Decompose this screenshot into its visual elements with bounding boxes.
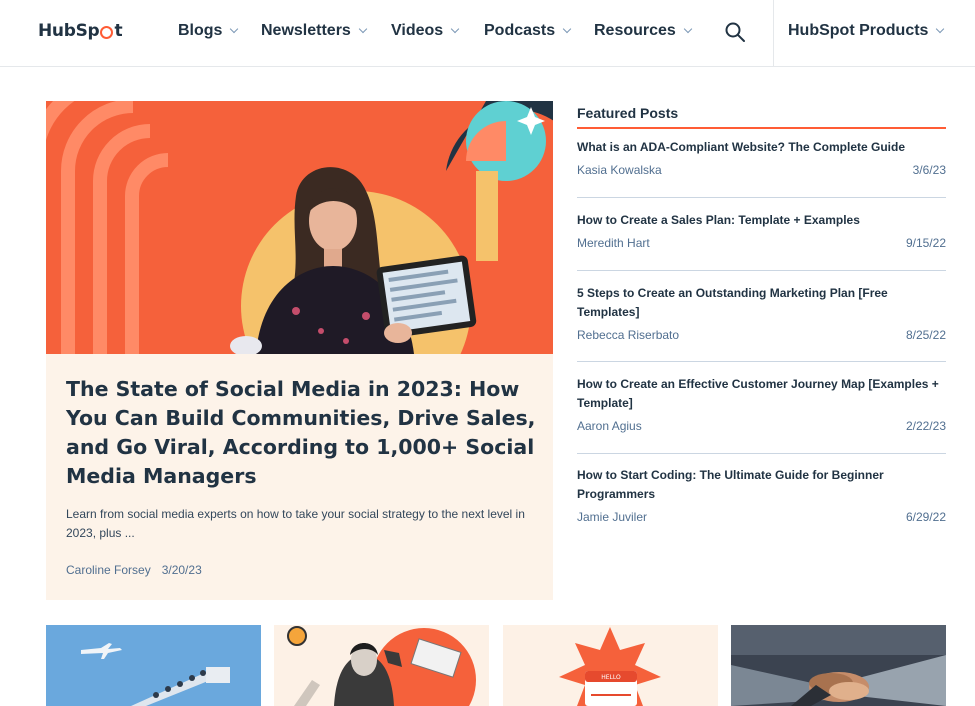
sprocket-icon: [100, 25, 114, 39]
nav-label: Videos: [391, 22, 444, 39]
chevron-down-icon: [358, 24, 368, 34]
post-date: 6/29/22: [905, 510, 946, 524]
post-date: 3/6/23: [912, 163, 946, 177]
search-icon[interactable]: [724, 21, 746, 43]
hello-badge-text: HELLO: [601, 674, 621, 681]
post-meta: Kasia Kowalska 3/6/23: [577, 163, 946, 177]
post-author[interactable]: Meredith Hart: [577, 236, 650, 250]
nav-podcasts[interactable]: Podcasts: [484, 22, 572, 40]
nav-hubspot-products[interactable]: HubSpot Products: [788, 22, 945, 40]
post-title[interactable]: How to Create an Effective Customer Jour…: [577, 375, 946, 413]
article-thumbnail[interactable]: [731, 625, 946, 706]
post-date: 8/25/22: [905, 328, 946, 342]
featured-post[interactable]: 5 Steps to Create an Outstanding Marketi…: [577, 284, 946, 342]
hero-article-card[interactable]: The State of Social Media in 2023: How Y…: [46, 101, 553, 600]
post-date: 2/22/23: [905, 419, 946, 433]
chevron-down-icon: [936, 24, 945, 34]
nav-videos[interactable]: Videos: [391, 22, 460, 40]
nav-label: Podcasts: [484, 22, 556, 39]
plane-stairs-image: [46, 625, 261, 706]
post-author[interactable]: Jamie Juviler: [577, 510, 647, 524]
featured-post[interactable]: How to Start Coding: The Ultimate Guide …: [577, 466, 946, 524]
post-divider: [577, 197, 946, 198]
post-author[interactable]: Kasia Kowalska: [577, 163, 662, 177]
featured-divider: [577, 127, 946, 129]
nav-resources[interactable]: Resources: [594, 22, 693, 40]
post-title[interactable]: What is an ADA-Compliant Website? The Co…: [577, 138, 946, 157]
hero-title[interactable]: The State of Social Media in 2023: How Y…: [66, 375, 536, 491]
post-divider: [577, 270, 946, 271]
post-author[interactable]: Rebecca Riserbato: [577, 328, 679, 342]
chevron-down-icon: [683, 24, 693, 34]
chevron-down-icon: [230, 24, 239, 34]
post-title[interactable]: 5 Steps to Create an Outstanding Marketi…: [577, 284, 946, 322]
hello-badge-image: HELLO: [503, 625, 718, 706]
post-author[interactable]: Aaron Agius: [577, 419, 642, 433]
post-title[interactable]: How to Create a Sales Plan: Template + E…: [577, 211, 946, 230]
nav-label: Newsletters: [261, 22, 351, 39]
woman-hands-image: [274, 625, 489, 706]
header-divider: [773, 0, 774, 67]
nav-label: Blogs: [178, 22, 223, 39]
article-thumbnail[interactable]: [274, 625, 489, 706]
chevron-down-icon: [450, 24, 460, 34]
nav-label: Resources: [594, 22, 676, 39]
hero-meta: Caroline Forsey 3/20/23: [66, 563, 202, 577]
site-header: Hub Sp t Blogs Newsletters Videos Podcasts…: [0, 0, 975, 67]
post-meta: Aaron Agius 2/22/23: [577, 419, 946, 433]
nav-label: HubSpot Products: [788, 22, 929, 39]
article-thumbnail[interactable]: [46, 625, 261, 706]
hero-date: 3/20/23: [161, 563, 202, 577]
featured-post[interactable]: How to Create a Sales Plan: Template + E…: [577, 211, 946, 250]
post-meta: Jamie Juviler 6/29/22: [577, 510, 946, 524]
team-hands-image: [731, 625, 946, 706]
post-title[interactable]: How to Start Coding: The Ultimate Guide …: [577, 466, 946, 504]
featured-posts-heading: Featured Posts: [577, 105, 679, 121]
post-divider: [577, 453, 946, 454]
hero-description: Learn from social media experts on how t…: [66, 507, 525, 540]
hero-author[interactable]: Caroline Forsey: [66, 563, 151, 577]
featured-post[interactable]: How to Create an Effective Customer Jour…: [577, 375, 946, 433]
article-thumbnail[interactable]: HELLO: [503, 625, 718, 706]
chevron-down-icon: [562, 24, 572, 34]
hero-image: [46, 101, 553, 354]
post-date: 9/15/22: [905, 236, 946, 250]
nav-newsletters[interactable]: Newsletters: [261, 22, 368, 40]
nav-blogs[interactable]: Blogs: [178, 22, 239, 40]
featured-post[interactable]: What is an ADA-Compliant Website? The Co…: [577, 138, 946, 177]
hubspot-logo[interactable]: Hub Sp t: [38, 21, 123, 41]
post-divider: [577, 361, 946, 362]
post-meta: Meredith Hart 9/15/22: [577, 236, 946, 250]
post-meta: Rebecca Riserbato 8/25/22: [577, 328, 946, 342]
